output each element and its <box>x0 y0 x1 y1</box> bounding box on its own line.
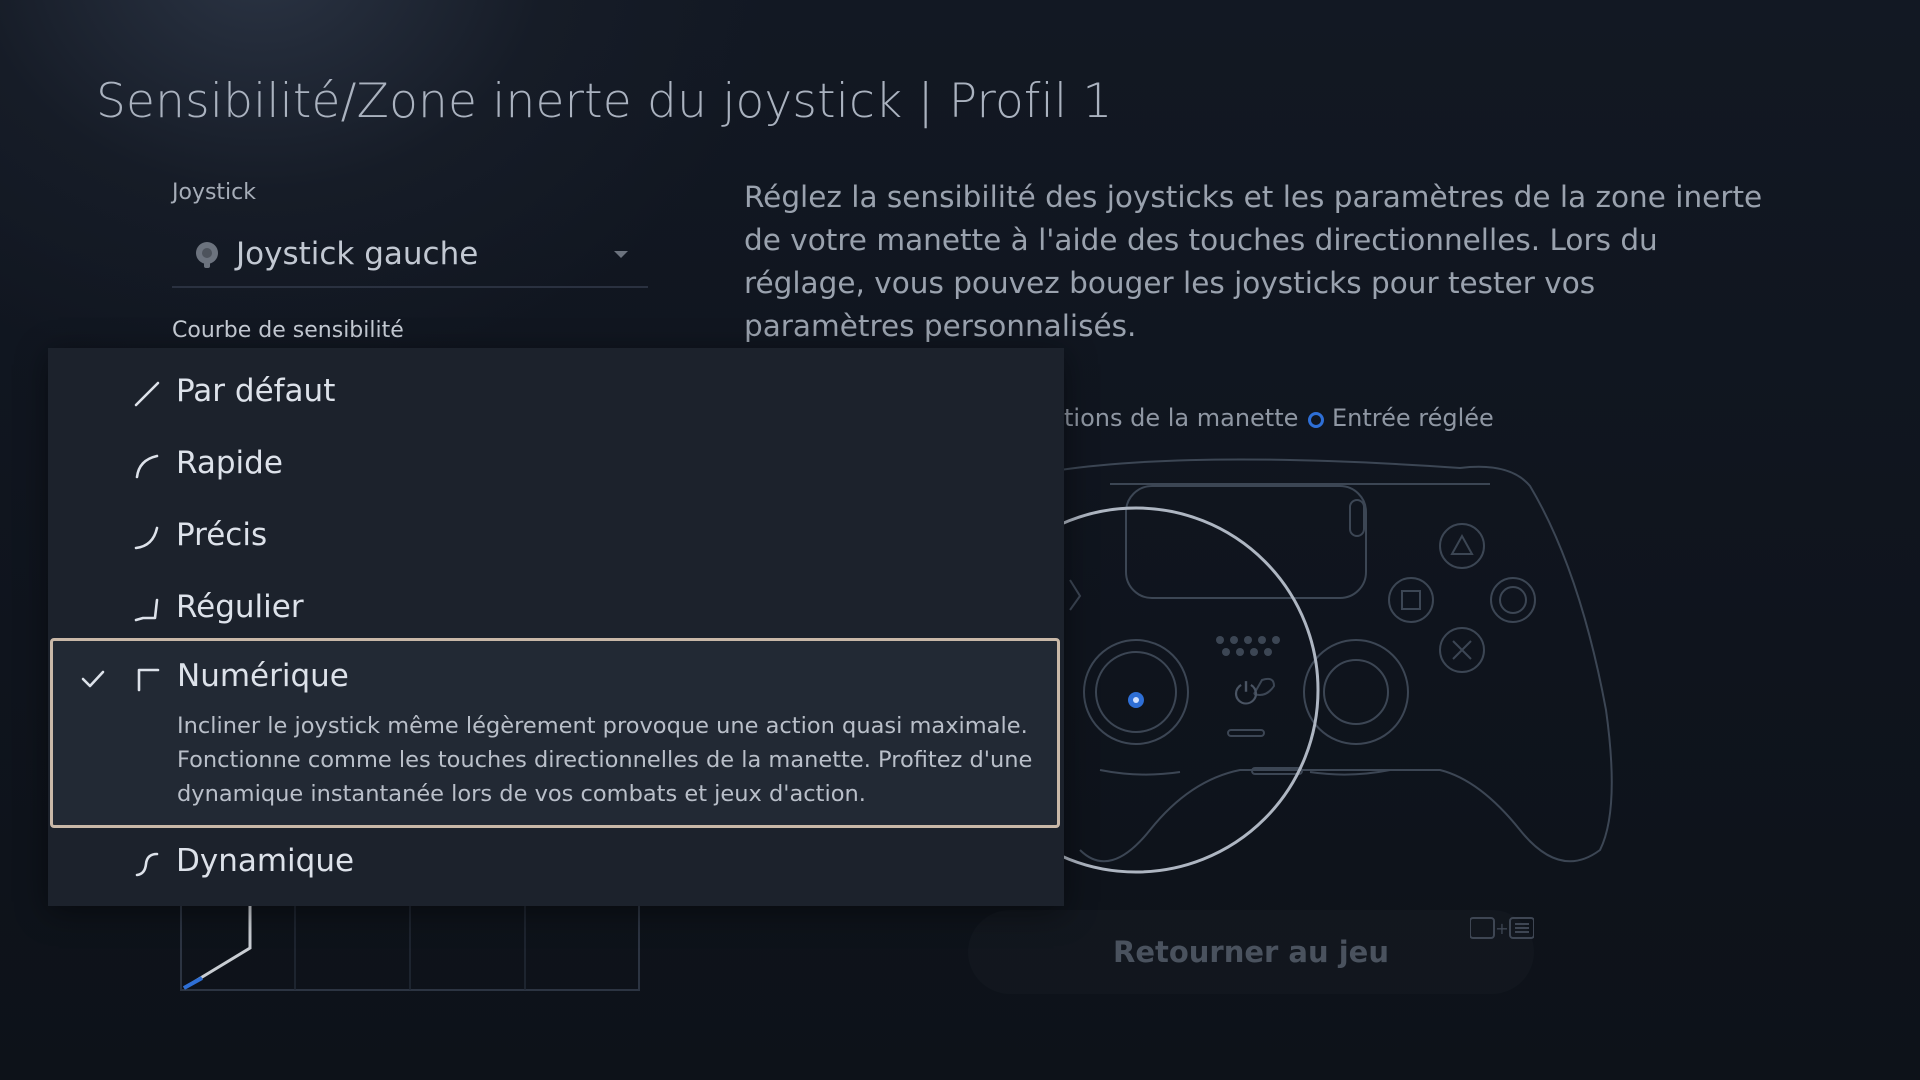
return-to-game-label: Retourner au jeu <box>1112 935 1389 969</box>
curve-quick-icon <box>135 454 159 479</box>
curve-option-label: Dynamique <box>176 843 355 879</box>
curve-label: Courbe de sensibilité <box>172 318 404 343</box>
sensitivity-curve-dropdown: Par défaut Rapide Précis Régulier Numéri… <box>48 348 1064 906</box>
curve-option-label: Précis <box>176 517 268 553</box>
curve-option-dynamic[interactable]: Dynamique <box>48 828 1064 900</box>
curve-dynamic-icon <box>135 852 159 877</box>
curve-option-digital[interactable]: Numérique Incliner le joystick même légè… <box>50 638 1060 828</box>
sensitivity-curve-chart <box>180 900 640 991</box>
description-text: Réglez la sensibilité des joysticks et l… <box>744 180 1763 343</box>
curve-option-quick[interactable]: Rapide <box>48 430 1064 502</box>
legend-adjusted-input: Entrée réglée <box>1332 404 1494 432</box>
curve-precise-icon <box>134 526 159 550</box>
return-to-game-button[interactable]: Retourner au jeu <box>968 910 1534 994</box>
joystick-select[interactable]: Joystick gauche <box>172 228 648 288</box>
joystick-icon <box>196 242 218 268</box>
curve-option-precise[interactable]: Précis <box>48 502 1064 574</box>
curve-digital-icon <box>137 668 160 692</box>
curve-option-label: Numérique <box>177 658 349 694</box>
curve-option-label: Régulier <box>176 589 304 625</box>
joystick-select-value: Joystick gauche <box>236 236 479 272</box>
svg-text:+: + <box>1495 919 1508 938</box>
curve-linear-icon <box>134 381 160 407</box>
checkmark-icon <box>81 670 105 688</box>
chevron-down-icon <box>614 251 628 258</box>
curve-option-steady[interactable]: Régulier <box>48 574 1064 646</box>
curve-steady-icon <box>134 598 159 622</box>
curve-option-label: Par défaut <box>176 373 336 409</box>
curve-option-label: Rapide <box>176 445 283 481</box>
legend-controller-input: tions de la manette <box>1064 404 1299 432</box>
legend-dot-icon <box>1308 412 1324 428</box>
controller-illustration: ⏻ <box>1040 458 1613 874</box>
shortcut-keys-icon: + <box>1470 917 1534 939</box>
curve-option-default[interactable]: Par défaut <box>48 358 1064 430</box>
page-title: Sensibilité/Zone inerte du joystick | Pr… <box>96 74 1113 129</box>
svg-text:⏻: ⏻ <box>1234 677 1258 712</box>
curve-option-description: Incliner le joystick même légèrement pro… <box>177 713 1033 807</box>
joystick-label: Joystick <box>172 180 257 205</box>
